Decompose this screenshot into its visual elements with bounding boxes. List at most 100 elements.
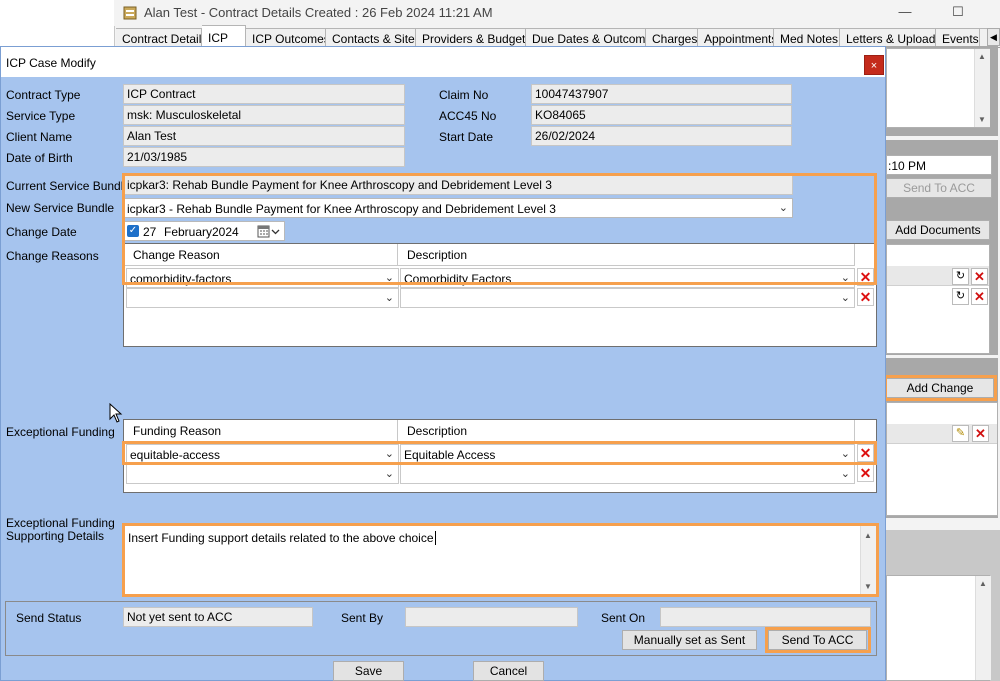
bg-send-to-acc-button[interactable]: Send To ACC <box>886 178 992 198</box>
save-button[interactable]: Save <box>333 661 404 681</box>
change-date-label: Change Date <box>6 225 77 239</box>
funding-grid: Funding Reason Description equitable-acc… <box>123 419 877 493</box>
funding-reason-header[interactable]: Funding Reason <box>124 420 398 442</box>
change-date-checkbox[interactable]: ✓ <box>127 225 139 237</box>
change-date-year[interactable]: 2024 <box>212 225 239 239</box>
bg-send-to-acc-label: Send To ACC <box>903 181 975 195</box>
send-to-acc-button[interactable]: Send To ACC <box>768 630 867 650</box>
chevron-down-icon: ⌄ <box>384 468 394 480</box>
text-caret <box>434 531 436 545</box>
client-name-field: Alan Test <box>123 126 405 146</box>
change-description-select-empty[interactable]: ⌄ <box>400 288 855 308</box>
tab-label: Appointments <box>704 32 774 46</box>
chevron-down-icon: ⌄ <box>778 202 788 214</box>
tab-contacts-sites[interactable]: Contacts & Sites <box>326 28 416 48</box>
start-date-field: 26/02/2024 <box>531 126 792 146</box>
dialog-titlebar: ICP Case Modify × <box>1 47 885 77</box>
change-reason-value: comorbidity-factors <box>130 272 232 286</box>
send-status-label: Send Status <box>16 611 82 625</box>
change-date-month[interactable]: February <box>164 225 212 239</box>
chevron-down-icon: ⌄ <box>384 292 394 304</box>
client-name-value: Alan Test <box>127 129 177 143</box>
tab-label: Contract Details <box>122 32 202 46</box>
sent-on-label: Sent On <box>601 611 646 625</box>
sent-by-field <box>405 607 578 627</box>
delete-icon[interactable]: ✕ <box>971 268 988 285</box>
mouse-cursor-icon <box>109 403 123 423</box>
tab-due-dates-outcomes[interactable]: Due Dates & Outcomes <box>526 28 646 48</box>
delete-icon[interactable]: ✕ <box>971 288 988 305</box>
funding-reason-select-empty[interactable]: ⌄ <box>126 464 399 484</box>
tab-events[interactable]: Events <box>936 28 980 48</box>
claim-no-field: 10047437907 <box>531 84 792 104</box>
exceptional-funding-label: Exceptional Funding <box>6 425 115 439</box>
funding-description-select-empty[interactable]: ⌄ <box>400 464 855 484</box>
funding-description-select[interactable]: Equitable Access ⌄ <box>400 444 855 464</box>
bg-time-text: :10 PM <box>888 159 927 173</box>
date-of-birth-value: 21/03/1985 <box>127 150 188 164</box>
change-date-picker[interactable]: ✓ 27 February 2024 <box>123 221 285 241</box>
current-service-bundle-field: icpkar3: Rehab Bundle Payment for Knee A… <box>123 175 793 195</box>
tab-label: ICP <box>208 31 229 45</box>
tab-appointments[interactable]: Appointments <box>698 28 774 48</box>
save-label: Save <box>354 664 383 678</box>
calendar-dropdown-icon[interactable] <box>257 225 281 238</box>
add-documents-label: Add Documents <box>895 223 981 237</box>
change-date-day[interactable]: 27 <box>143 225 156 239</box>
close-icon[interactable]: × <box>864 55 884 75</box>
add-documents-button[interactable]: Add Documents <box>886 220 990 240</box>
supporting-details-scrollbar[interactable]: ▲ ▼ <box>860 526 876 594</box>
funding-description-header[interactable]: Description <box>398 420 855 442</box>
tab-icp-outcomes[interactable]: ICP Outcomes <box>246 28 326 48</box>
main-tabs: Contract Details ICP ICP Outcomes Contac… <box>116 25 1000 48</box>
tab-med-notes[interactable]: Med Notes <box>774 28 840 48</box>
funding-description-value: Equitable Access <box>404 448 496 462</box>
funding-reason-select[interactable]: equitable-access ⌄ <box>126 444 399 464</box>
refresh-icon[interactable]: ↻ <box>952 288 969 305</box>
change-reasons-label: Change Reasons <box>6 249 99 263</box>
supporting-details-label-line2: Supporting Details <box>6 529 105 543</box>
close-glyph: × <box>870 60 878 72</box>
chevron-down-icon: ⌄ <box>384 448 394 460</box>
tab-providers-budgets[interactable]: Providers & Budgets <box>416 28 526 48</box>
delete-row-icon[interactable]: ✕ <box>857 268 874 286</box>
send-to-acc-label: Send To ACC <box>781 633 854 647</box>
manually-set-as-sent-button[interactable]: Manually set as Sent <box>622 630 757 650</box>
tab-scroll-left-icon[interactable]: ◀ <box>987 28 1000 46</box>
add-change-button[interactable]: Add Change <box>886 378 994 398</box>
delete-icon[interactable]: ✕ <box>972 425 989 442</box>
description-header[interactable]: Description <box>398 244 855 266</box>
new-service-bundle-label: New Service Bundle <box>6 201 115 215</box>
minimize-icon[interactable]: — <box>895 3 915 21</box>
cancel-button[interactable]: Cancel <box>473 661 544 681</box>
acc45-no-field: KO84065 <box>531 105 792 125</box>
maximize-icon[interactable]: ☐ <box>948 3 968 21</box>
change-reasons-grid: Change Reason Description comorbidity-fa… <box>123 243 877 347</box>
tab-letters-uploads[interactable]: Letters & Uploads <box>840 28 936 48</box>
manually-set-as-sent-label: Manually set as Sent <box>633 633 746 647</box>
refresh-icon[interactable]: ↻ <box>952 268 969 285</box>
supporting-details-textarea[interactable]: Insert Funding support details related t… <box>123 525 877 595</box>
chevron-down-icon: ⌄ <box>384 272 394 284</box>
bg-list-scrollbar[interactable]: ▲ ▼ <box>974 49 990 127</box>
change-description-select[interactable]: Comorbidity Factors ⌄ <box>400 268 855 288</box>
service-type-label: Service Type <box>6 109 76 123</box>
change-reason-header[interactable]: Change Reason <box>124 244 398 266</box>
bg-changes-list <box>886 402 998 516</box>
sent-on-field <box>660 607 871 627</box>
new-service-bundle-select[interactable]: icpkar3 - Rehab Bundle Payment for Knee … <box>123 198 793 218</box>
start-date-value: 26/02/2024 <box>535 129 596 143</box>
send-status-value: Not yet sent to ACC <box>127 610 233 624</box>
bg-time-field: :10 PM <box>886 155 992 175</box>
edit-pencil-icon[interactable]: ✎ <box>952 425 969 442</box>
chevron-down-icon: ⌄ <box>840 292 850 304</box>
delete-row-icon[interactable]: ✕ <box>857 464 874 482</box>
tab-contract-details[interactable]: Contract Details <box>116 28 202 48</box>
delete-row-icon[interactable]: ✕ <box>857 288 874 306</box>
tab-icp[interactable]: ICP <box>202 25 246 46</box>
change-reason-select[interactable]: comorbidity-factors ⌄ <box>126 268 399 288</box>
tab-charges[interactable]: Charges <box>646 28 698 48</box>
bg-notes-scrollbar[interactable]: ▲ <box>975 576 991 680</box>
change-reason-select-empty[interactable]: ⌄ <box>126 288 399 308</box>
delete-row-icon[interactable]: ✕ <box>857 444 874 462</box>
